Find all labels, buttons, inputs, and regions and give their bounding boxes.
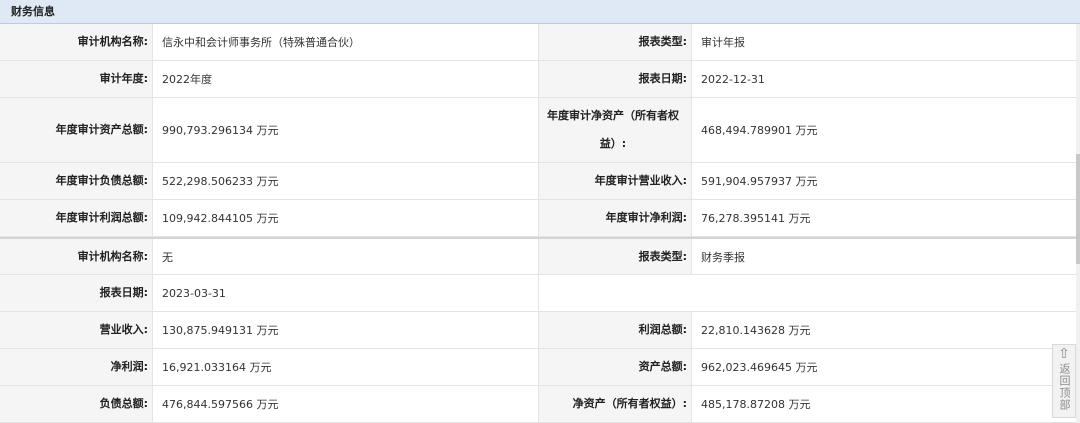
field-value: 22,810.143628 万元 (692, 312, 1080, 348)
field-label: 净资产（所有者权益）: (539, 386, 692, 422)
field-value: 76,278.395141 万元 (692, 200, 1080, 236)
field-label: 利润总额: (539, 312, 692, 348)
field-value: 16,921.033164 万元 (153, 349, 539, 385)
field-label: 年度审计净资产（所有者权 益）: (539, 98, 692, 162)
field-label: 审计机构名称: (0, 24, 153, 60)
field-value: 130,875.949131 万元 (153, 312, 539, 348)
table-row: 年度审计资产总额: 990,793.296134 万元 年度审计净资产（所有者权… (0, 98, 1080, 163)
field-value: 无 (153, 239, 539, 274)
field-label: 年度审计净利润: (539, 200, 692, 236)
field-value: 财务季报 (692, 239, 1080, 274)
field-label: 年度审计资产总额: (0, 98, 153, 162)
field-value: 522,298.506233 万元 (153, 163, 539, 199)
back-to-top-label: 返回顶部 (1058, 363, 1071, 411)
field-label: 报表类型: (539, 24, 692, 60)
field-label: 负债总额: (0, 386, 153, 422)
field-label: 营业收入: (0, 312, 153, 348)
up-arrow-icon: ⇧ (1058, 346, 1070, 362)
panel-title: 财务信息 (0, 0, 1080, 24)
field-value: 591,904.957937 万元 (692, 163, 1080, 199)
field-value: 476,844.597566 万元 (153, 386, 539, 422)
field-label: 报表日期: (539, 61, 692, 97)
field-label: 审计年度: (0, 61, 153, 97)
field-label: 年度审计利润总额: (0, 200, 153, 236)
empty-cell (539, 275, 1080, 311)
field-label-line1: 年度审计净资产（所有者权 (547, 109, 679, 122)
table-row: 审计机构名称: 信永中和会计师事务所（特殊普通合伙） 报表类型: 审计年报 (0, 24, 1080, 61)
field-label: 年度审计营业收入: (539, 163, 692, 199)
scrollbar-thumb[interactable] (1076, 154, 1080, 264)
field-label: 净利润: (0, 349, 153, 385)
quarterly-report-section: 审计机构名称: 无 报表类型: 财务季报 报表日期: 2023-03-31 营业… (0, 237, 1080, 423)
field-label-line2: 益）: (599, 137, 627, 150)
financial-info-panel: 财务信息 审计机构名称: 信永中和会计师事务所（特殊普通合伙） 报表类型: 审计… (0, 0, 1080, 423)
table-row: 净利润: 16,921.033164 万元 资产总额: 962,023.4696… (0, 349, 1080, 386)
field-value: 审计年报 (692, 24, 1080, 60)
field-label: 审计机构名称: (0, 239, 153, 274)
field-value: 2022-12-31 (692, 61, 1080, 97)
field-value: 990,793.296134 万元 (153, 98, 539, 162)
table-row: 年度审计利润总额: 109,942.844105 万元 年度审计净利润: 76,… (0, 200, 1080, 237)
back-to-top-button[interactable]: ⇧ 返回顶部 (1052, 344, 1076, 418)
field-label: 报表日期: (0, 275, 153, 311)
annual-report-section: 审计机构名称: 信永中和会计师事务所（特殊普通合伙） 报表类型: 审计年报 审计… (0, 24, 1080, 237)
field-value: 109,942.844105 万元 (153, 200, 539, 236)
table-row: 营业收入: 130,875.949131 万元 利润总额: 22,810.143… (0, 312, 1080, 349)
table-row: 审计年度: 2022年度 报表日期: 2022-12-31 (0, 61, 1080, 98)
field-label: 资产总额: (539, 349, 692, 385)
field-value: 468,494.789901 万元 (692, 98, 1080, 162)
field-label: 年度审计负债总额: (0, 163, 153, 199)
field-value: 2022年度 (153, 61, 539, 97)
table-row: 年度审计负债总额: 522,298.506233 万元 年度审计营业收入: 59… (0, 163, 1080, 200)
field-value: 2023-03-31 (153, 275, 539, 311)
field-value: 信永中和会计师事务所（特殊普通合伙） (153, 24, 539, 60)
table-row: 报表日期: 2023-03-31 (0, 275, 1080, 312)
field-value: 962,023.469645 万元 (692, 349, 1080, 385)
scrollbar[interactable] (1076, 24, 1080, 423)
table-row: 审计机构名称: 无 报表类型: 财务季报 (0, 239, 1080, 275)
field-label: 报表类型: (539, 239, 692, 274)
table-row: 负债总额: 476,844.597566 万元 净资产（所有者权益）: 485,… (0, 386, 1080, 423)
field-value: 485,178.87208 万元 (692, 386, 1080, 422)
